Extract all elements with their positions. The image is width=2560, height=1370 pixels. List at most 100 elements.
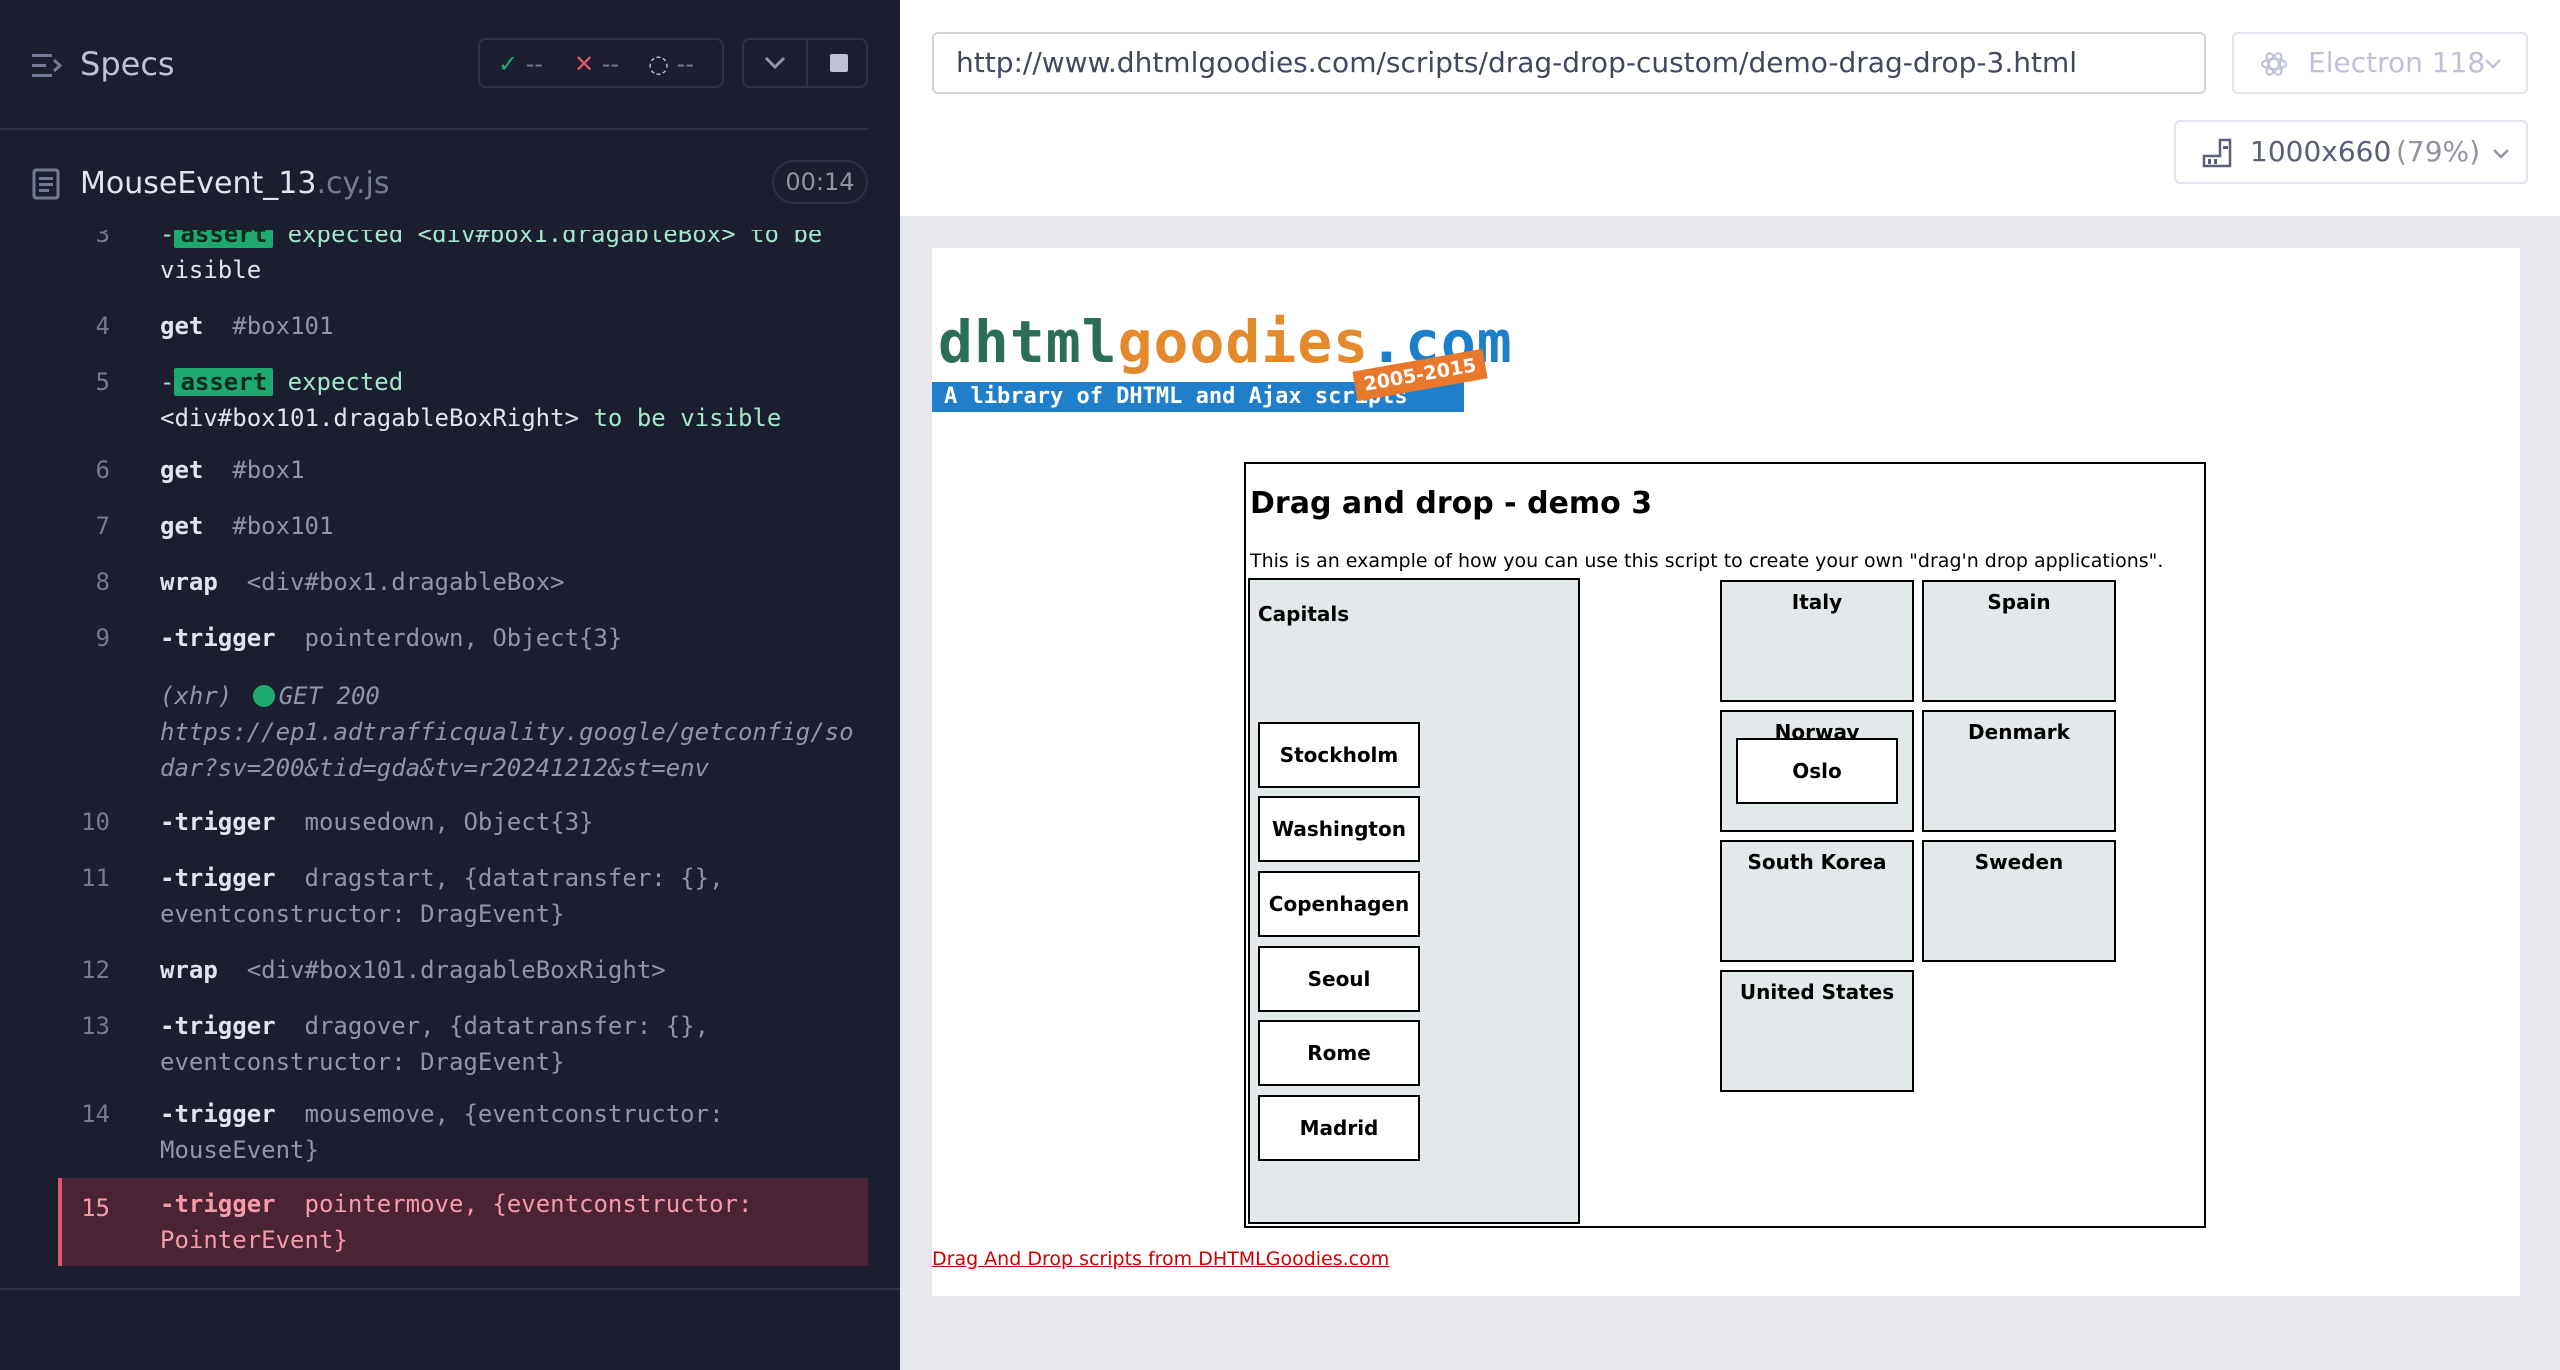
command-body: get #box1	[160, 452, 856, 488]
capitals-label: Capitals	[1258, 602, 1350, 626]
command-row[interactable]: 7 get #box101	[58, 508, 868, 544]
capitals-drop-zone[interactable]: Capitals Stockholm Washington Copenhagen…	[1248, 578, 1580, 1224]
app-under-test-frame: dhtmlgoodies.com A library of DHTML and …	[932, 248, 2520, 1296]
draggable-capital[interactable]: Oslo	[1736, 738, 1898, 804]
document-icon	[32, 168, 60, 200]
draggable-capital[interactable]: Rome	[1258, 1020, 1420, 1086]
chevron-down-icon[interactable]	[764, 54, 786, 72]
ruler-icon	[2202, 138, 2232, 168]
draggable-capital[interactable]: Washington	[1258, 796, 1420, 862]
assert-text: expected	[287, 230, 404, 248]
command-row[interactable]: 11 -trigger dragstart, {datatransfer: {}…	[58, 860, 868, 932]
country-name: Denmark	[1968, 720, 2070, 744]
command-body: -trigger mousedown, Object{3}	[160, 804, 856, 840]
country-drop-zone[interactable]: South Korea	[1720, 840, 1914, 962]
status-dot-icon	[252, 685, 275, 707]
stop-icon[interactable]	[828, 52, 850, 74]
command-number: 10	[81, 808, 110, 836]
assert-badge: assert	[174, 368, 274, 396]
command-arg: MouseEvent}	[160, 1136, 319, 1164]
xhr-status: GET 200	[278, 682, 380, 710]
site-logo[interactable]: dhtmlgoodies.com A library of DHTML and …	[932, 308, 1512, 418]
assert-subject: <div#box101.dragableBoxRight>	[160, 404, 580, 432]
logo-part: dhtml	[938, 308, 1118, 376]
command-row-active[interactable]: 15 -trigger pointermove, {eventconstruct…	[58, 1178, 868, 1266]
command-arg: dragstart, {datatransfer: {},	[304, 864, 724, 892]
pending-stat: ◌ --	[648, 50, 694, 78]
xhr-url: dar?sv=200&tid=gda&tv=r20241212&st=env	[160, 754, 710, 782]
command-row[interactable]: 10 -trigger mousedown, Object{3}	[58, 804, 868, 840]
command-number: 15	[81, 1194, 110, 1222]
command-arg: eventconstructor: DragEvent}	[160, 1048, 565, 1076]
command-row[interactable]: 5 - assert expected <div#box101.dragableB…	[58, 364, 868, 436]
aut-header: http://www.dhtmlgoodies.com/scripts/drag…	[900, 0, 2560, 216]
command-log-panel: Specs ✓ -- ✕ -- ◌ -- MouseEvent_13.cy.js…	[0, 0, 900, 1370]
country-drop-zone[interactable]: Spain	[1922, 580, 2116, 702]
country-drop-zone[interactable]: Italy	[1720, 580, 1914, 702]
draggable-capital[interactable]: Copenhagen	[1258, 871, 1420, 937]
command-name: -trigger	[160, 1190, 276, 1218]
command-row[interactable]: 14 -trigger mousemove, {eventconstructor…	[58, 1096, 868, 1168]
spinner-icon: ◌	[648, 50, 669, 78]
command-arg: #box1	[232, 456, 305, 484]
command-row[interactable]: 13 -trigger dragover, {datatransfer: {},…	[58, 1008, 868, 1080]
assert-text: to be	[593, 404, 666, 432]
country-name: Italy	[1791, 590, 1843, 614]
command-arg: mousedown, Object{3}	[304, 808, 594, 836]
viewport-select[interactable]: 1000x660 (79%)	[2174, 120, 2528, 184]
command-number: 12	[81, 956, 110, 984]
browser-select[interactable]: Electron 118	[2232, 32, 2528, 94]
command-arg: dragover, {datatransfer: {},	[304, 1012, 710, 1040]
failed-count: --	[601, 50, 620, 78]
command-number: 11	[81, 864, 110, 892]
test-stats: ✓ -- ✕ -- ◌ --	[478, 38, 724, 88]
command-body: -trigger pointerdown, Object{3}	[160, 620, 856, 656]
command-arg: #box101	[232, 512, 334, 540]
draggable-capital[interactable]: Madrid	[1258, 1095, 1420, 1161]
xhr-label: (xhr)	[160, 682, 233, 710]
x-icon: ✕	[574, 50, 595, 78]
command-name: -trigger	[160, 864, 276, 892]
command-arg: pointermove, {eventconstructor:	[304, 1190, 753, 1218]
command-body: - assert expected <div#box101.dragableBox…	[160, 368, 782, 432]
command-row[interactable]: 9 -trigger pointerdown, Object{3}	[58, 620, 868, 656]
command-body: -trigger dragstart, {datatransfer: {}, ev…	[160, 860, 856, 932]
url-input[interactable]: http://www.dhtmlgoodies.com/scripts/drag…	[932, 32, 2206, 94]
chevron-down-icon	[2485, 59, 2501, 69]
command-name: -trigger	[160, 808, 276, 836]
command-number: 9	[95, 624, 110, 652]
command-row[interactable]: 6 get #box1	[58, 452, 868, 488]
country-drop-zone[interactable]: United States	[1720, 970, 1914, 1092]
command-name: wrap	[160, 956, 218, 984]
demo-container: Drag and drop - demo 3 This is an exampl…	[1244, 462, 2206, 1228]
command-row[interactable]: 8 wrap <div#box1.dragableBox>	[58, 564, 868, 600]
draggable-capital[interactable]: Seoul	[1258, 946, 1420, 1012]
command-row[interactable]: 12 wrap <div#box101.dragableBoxRight>	[58, 952, 868, 988]
assert-text: visible	[680, 404, 782, 432]
draggable-capital[interactable]: Stockholm	[1258, 722, 1420, 788]
country-drop-zone[interactable]: Sweden	[1922, 840, 2116, 962]
command-row[interactable]: 4 get #box101	[58, 308, 868, 344]
specs-menu-icon[interactable]	[32, 52, 62, 80]
xhr-row[interactable]: (xhr) GET 200 https://ep1.adtrafficquali…	[58, 678, 868, 786]
viewport-size: 1000x660	[2250, 135, 2392, 168]
country-name: Sweden	[1974, 850, 2064, 874]
specs-header: Specs ✓ -- ✕ -- ◌ --	[0, 0, 900, 130]
country-drop-zone[interactable]: Norway Oslo	[1720, 710, 1914, 832]
command-arg: PointerEvent}	[160, 1226, 348, 1254]
command-row[interactable]: 3 - assert expected <div#box1.dragableBox…	[58, 230, 868, 288]
command-number: 4	[95, 312, 110, 340]
command-name: -trigger	[160, 1100, 276, 1128]
viewport-scale: (79%)	[2396, 135, 2481, 168]
footer-link[interactable]: Drag And Drop scripts from DHTMLGoodies.…	[932, 1248, 1389, 1270]
command-body: -trigger mousemove, {eventconstructor: Mo…	[160, 1096, 856, 1168]
command-name: -trigger	[160, 1012, 276, 1040]
command-arg: pointerdown, Object{3}	[304, 624, 623, 652]
command-number: 13	[81, 1012, 110, 1040]
chevron-down-icon	[2493, 149, 2509, 159]
command-body: -trigger dragover, {datatransfer: {}, eve…	[160, 1008, 856, 1080]
specs-title[interactable]: Specs	[80, 45, 175, 83]
assert-text: to be	[750, 230, 823, 248]
spec-file-name[interactable]: MouseEvent_13.cy.js	[80, 166, 389, 201]
country-drop-zone[interactable]: Denmark	[1922, 710, 2116, 832]
